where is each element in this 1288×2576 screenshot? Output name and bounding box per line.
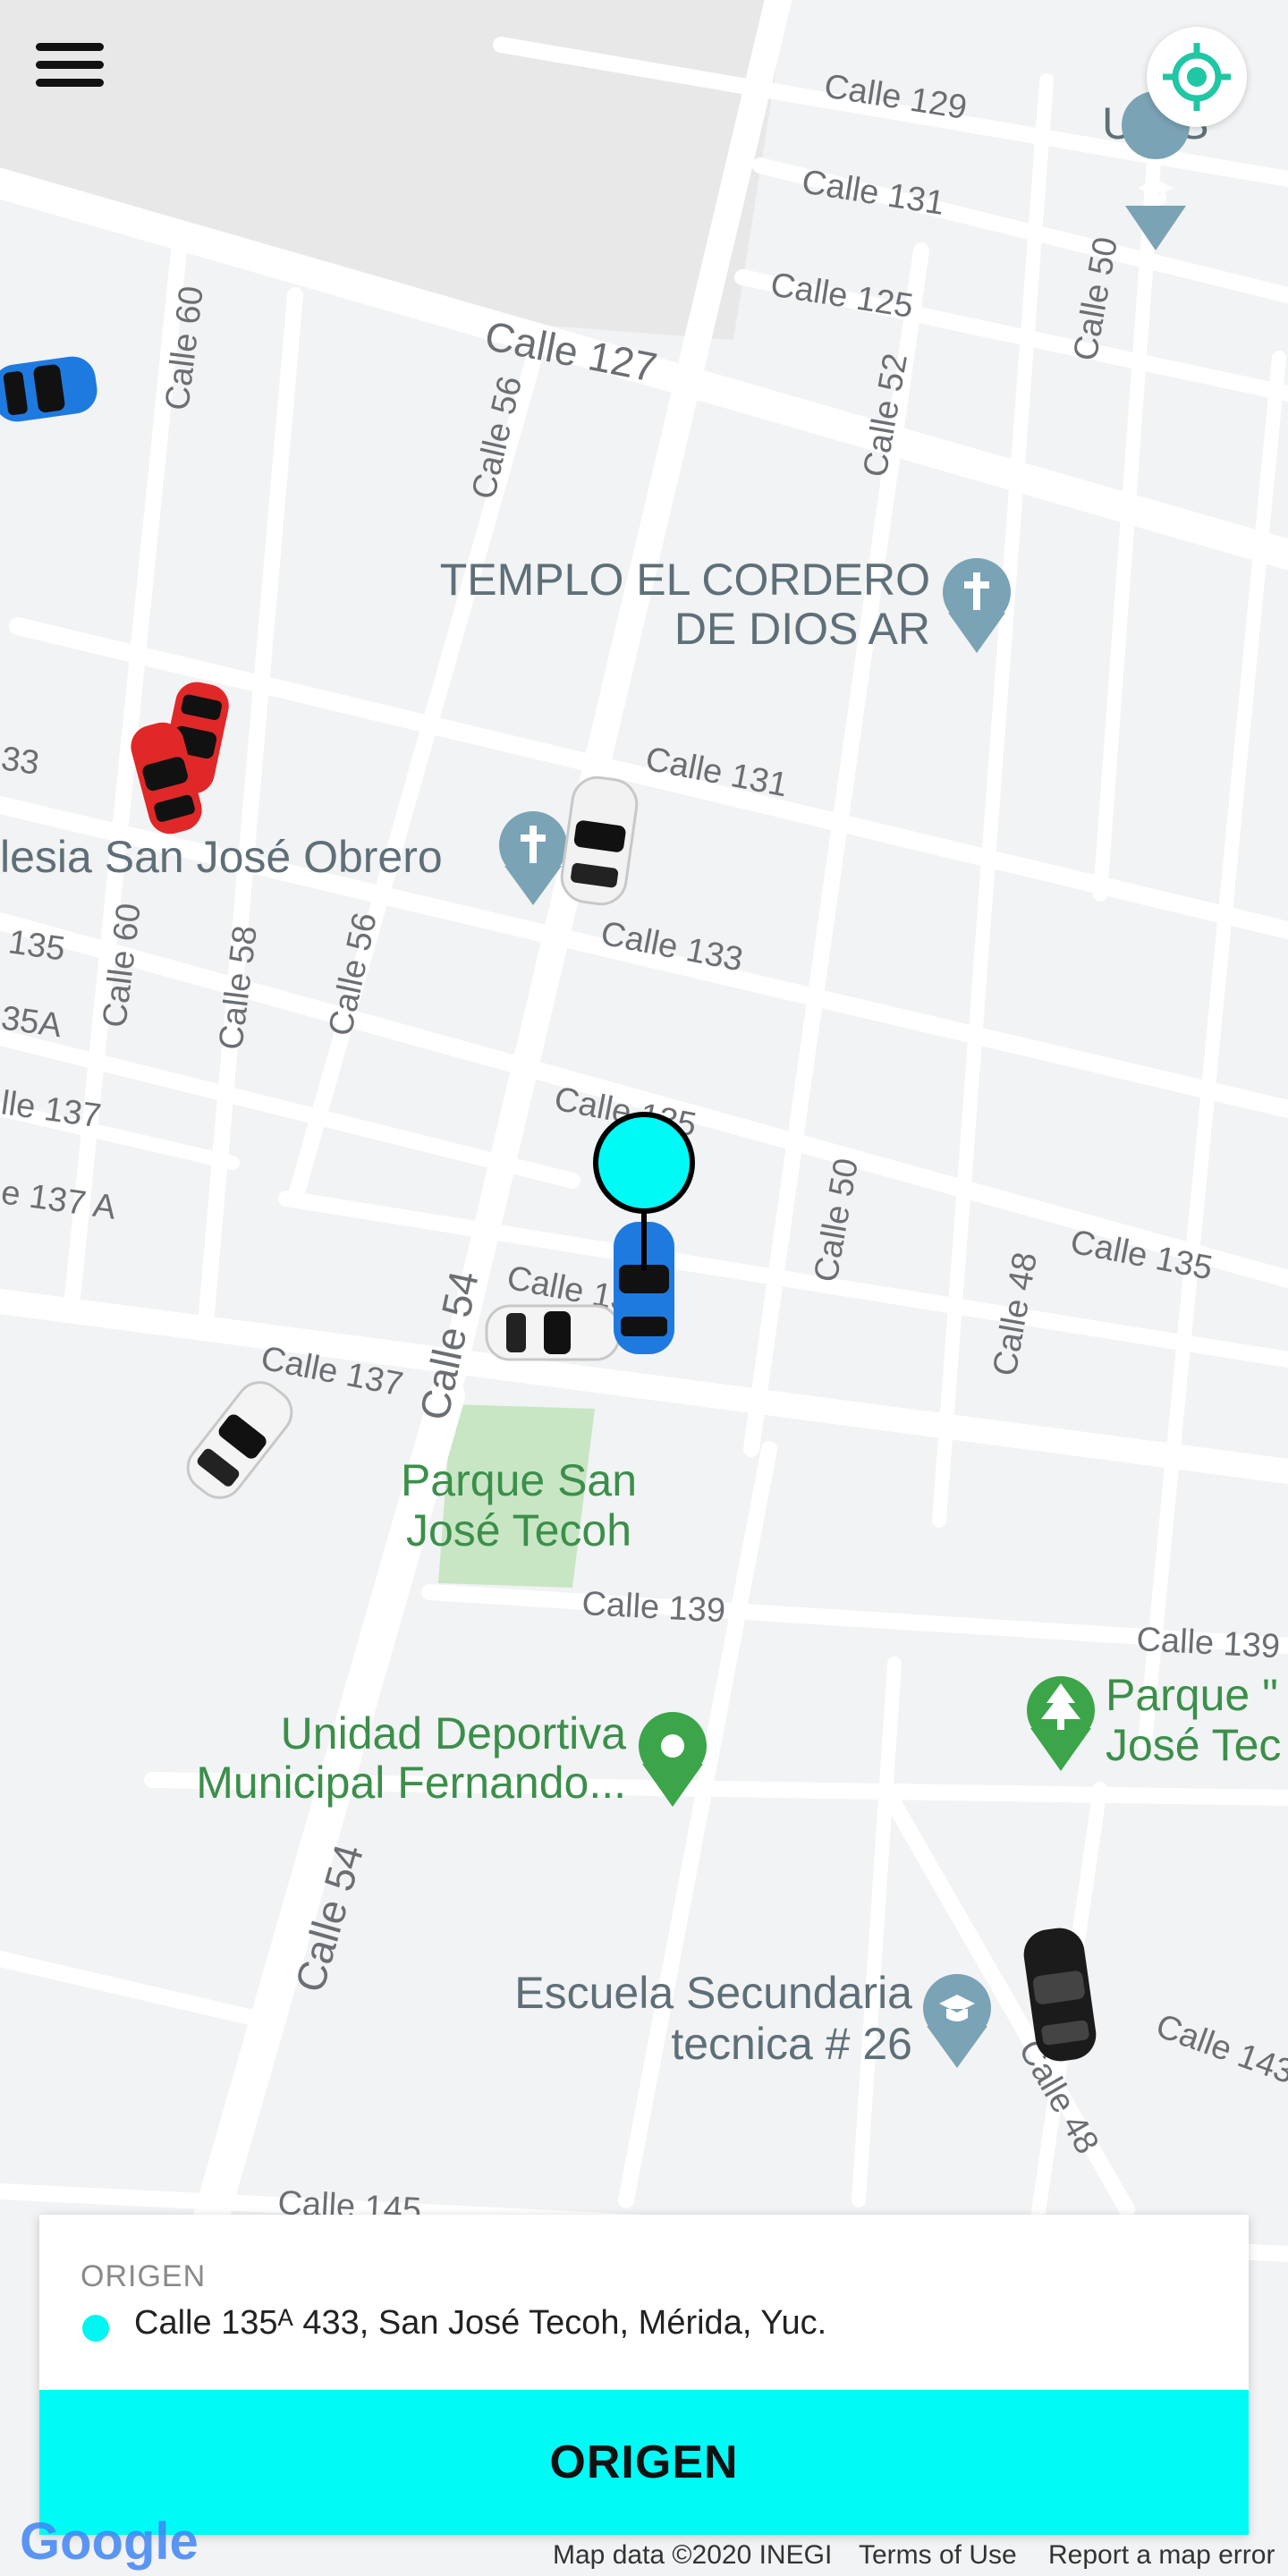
car-icon <box>485 1304 621 1361</box>
menu-bar <box>36 78 104 87</box>
google-logo: Google <box>20 2512 199 2571</box>
street-label-calle-139: Calle 139 <box>581 1585 727 1630</box>
poi-label-unidad-line2: Municipal Fernando... <box>196 1758 626 1808</box>
map-data-attribution: Map data ©2020 INEGI <box>553 2540 833 2570</box>
street-label-calle-33: 33 <box>0 740 41 782</box>
origin-address[interactable]: Calle 135ᴬ 433, San José Tecoh, Mérida, … <box>134 2304 826 2343</box>
poi-label-iglesia: lesia San José Obrero <box>0 832 443 882</box>
menu-bar <box>36 60 104 69</box>
hamburger-menu-icon[interactable] <box>36 29 116 100</box>
poi-label-unidad-line1: Unidad Deportiva <box>281 1708 627 1758</box>
street-label-calle-135-left: 135 <box>6 923 68 968</box>
report-map-error-link[interactable]: Report a map error <box>1048 2540 1275 2571</box>
terms-of-use-link[interactable]: Terms of Use <box>859 2540 1017 2571</box>
gps-crosshair-icon <box>1163 43 1231 111</box>
origin-card-title: ORIGEN <box>80 2259 207 2293</box>
menu-bar <box>36 42 104 51</box>
poi-label-templo-line1: TEMPLO EL CORDERO <box>440 555 930 605</box>
poi-label-parque2-line1: Parque " <box>1106 1670 1278 1720</box>
origin-dot-icon <box>82 2315 109 2342</box>
map-view[interactable]: Calle 129 Calle 131 Calle 125 Calle 127 … <box>0 0 1288 2576</box>
my-location-button[interactable] <box>1147 27 1247 127</box>
origin-card: ORIGEN Calle 135ᴬ 433, San José Tecoh, M… <box>39 2215 1249 2535</box>
confirm-origin-button[interactable]: ORIGEN <box>39 2390 1249 2535</box>
street-label-calle-139-right: Calle 139 <box>1136 1621 1282 1665</box>
poi-label-escuela-line2: tecnica # 26 <box>671 2019 912 2069</box>
poi-label-parque-line2: José Tecoh <box>406 1505 631 1555</box>
poi-label-escuela-line1: Escuela Secundaria <box>514 1968 912 2018</box>
poi-label-parque-line1: Parque San <box>401 1455 637 1505</box>
poi-label-templo-line2: DE DIOS AR <box>674 604 930 654</box>
poi-label-parque2-line2: José Tec <box>1106 1720 1281 1770</box>
